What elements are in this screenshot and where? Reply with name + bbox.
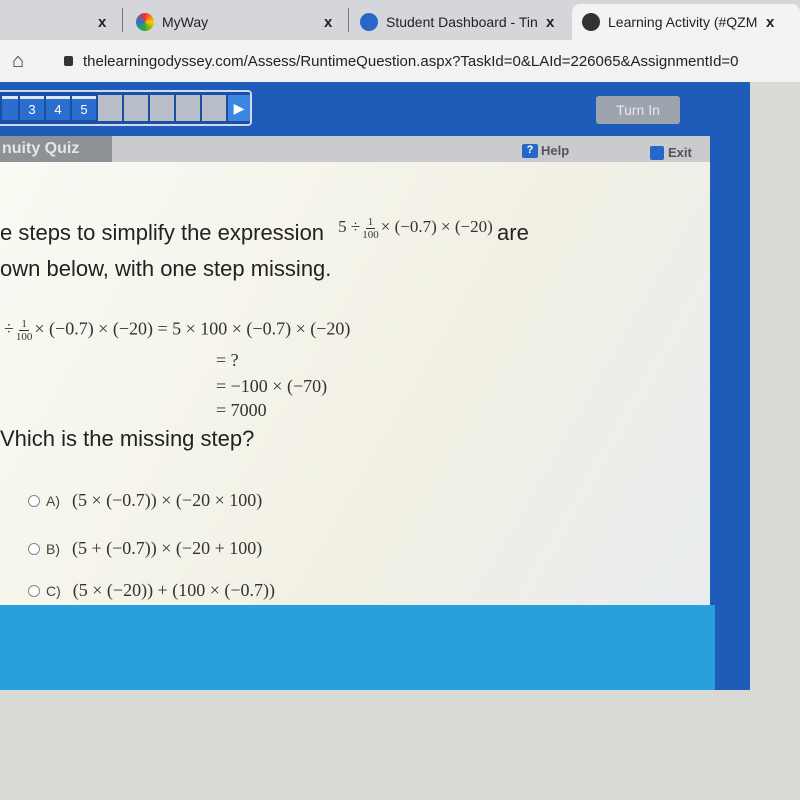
step-4: = 7000 (216, 400, 267, 420)
question-pager: 3 4 5 ▶ (0, 90, 252, 126)
page-empty (124, 95, 148, 121)
tab-previous[interactable]: x (0, 4, 120, 40)
page-empty (202, 95, 226, 121)
tab-label: Student Dashboard - Tin (386, 14, 538, 30)
question-content: e steps to simplify the expression 5 ÷ 1 1… (0, 162, 710, 605)
fraction: 1 100 (362, 216, 379, 241)
tab-close-button[interactable]: x (98, 14, 106, 31)
option-c[interactable]: C) (5 × (−20)) + (100 × (−0.7)) (28, 580, 275, 601)
address-bar: ⌂ thelearningodyssey.com/Assess/RuntimeQ… (0, 40, 800, 82)
step-3: = −100 × (−70) (216, 376, 328, 396)
option-label: C) (46, 582, 61, 599)
page-3[interactable]: 3 (20, 96, 44, 120)
prompt-line-1: e steps to simplify the expression 5 ÷ 1 1… (0, 216, 529, 249)
fraction: 1 100 (16, 318, 33, 343)
exit-button[interactable]: Exit (650, 145, 692, 160)
option-label: B) (46, 540, 60, 557)
option-value: (5 × (−0.7)) × (−20 × 100) (72, 490, 263, 510)
prompt-text: e steps to simplify the expression (0, 220, 325, 245)
help-button[interactable]: ? Help (522, 143, 569, 158)
radio-button[interactable] (28, 494, 40, 507)
myway-logo-icon (136, 13, 154, 31)
expr-part: 5 ÷ (338, 217, 361, 236)
option-b[interactable]: B) (5 + (−0.7)) × (−20 + 100) (28, 538, 262, 559)
url-field[interactable]: thelearningodyssey.com/Assess/RuntimeQue… (83, 53, 739, 70)
expr-part: × (−0.7) × (−20) = 5 × 100 × (−0.7) × (−… (34, 318, 351, 339)
prompt-expression: 5 ÷ 1 100 × (−0.7) × (−20) (338, 216, 497, 241)
option-label: A) (46, 492, 60, 509)
question-text: Vhich is the missing step? (0, 426, 255, 451)
tab-close-button[interactable]: x (324, 14, 332, 31)
tab-divider (348, 8, 349, 32)
prompt-line-2: own below, with one step missing. (0, 256, 332, 281)
globe-icon (582, 13, 600, 31)
help-label: Help (541, 143, 570, 158)
tab-label: MyWay (162, 14, 209, 30)
lock-icon (64, 56, 73, 66)
page-empty (98, 95, 122, 121)
radio-button[interactable] (28, 584, 40, 597)
tab-learning-activity[interactable]: Learning Activity (#QZM x (572, 4, 800, 40)
page-2[interactable] (2, 96, 18, 120)
next-page-button[interactable]: ▶ (228, 95, 250, 121)
home-icon[interactable]: ⌂ (12, 50, 34, 73)
odyssey-logo-icon (360, 13, 378, 31)
option-a[interactable]: A) (5 × (−0.7)) × (−20 × 100) (28, 490, 262, 511)
option-value: (5 × (−20)) + (100 × (−0.7)) (72, 580, 275, 600)
page-empty (176, 95, 200, 121)
page-empty (150, 95, 174, 121)
prompt-text-end: are (497, 220, 529, 245)
denominator: 100 (15, 331, 33, 343)
expr-part: × (−0.7) × (−20) (380, 217, 493, 236)
tab-student-dashboard[interactable]: Student Dashboard - Tin x (360, 4, 570, 40)
help-icon: ? (522, 143, 538, 158)
option-value: (5 + (−0.7)) × (−20 + 100) (72, 538, 263, 558)
denominator: 100 (362, 228, 379, 241)
quiz-header: nuity Quiz ? Help Exit (0, 136, 710, 162)
tab-close-button[interactable]: x (546, 14, 554, 31)
tab-divider (122, 8, 123, 32)
exit-icon (650, 145, 664, 160)
page-5[interactable]: 5 (72, 96, 96, 120)
expr-part: ÷ (4, 318, 14, 339)
radio-button[interactable] (28, 542, 40, 555)
quiz-footer (0, 605, 715, 690)
turn-in-button[interactable]: Turn In (596, 96, 680, 124)
exit-label: Exit (668, 145, 692, 160)
step-1: ÷ 1 100 × (−0.7) × (−20) = 5 × 100 × (−0.7)… (4, 318, 350, 343)
step-2: = ? (216, 350, 239, 370)
quiz-title: nuity Quiz (0, 136, 112, 162)
numerator: 1 (365, 215, 376, 229)
page-4[interactable]: 4 (46, 96, 70, 120)
tab-label: Learning Activity (#QZM (608, 14, 758, 30)
tab-close-button[interactable]: x (766, 14, 774, 31)
browser-tab-bar: x MyWay x Student Dashboard - Tin x Lear… (0, 0, 800, 40)
numerator: 1 (19, 318, 29, 331)
tab-myway[interactable]: MyWay x (136, 4, 341, 40)
